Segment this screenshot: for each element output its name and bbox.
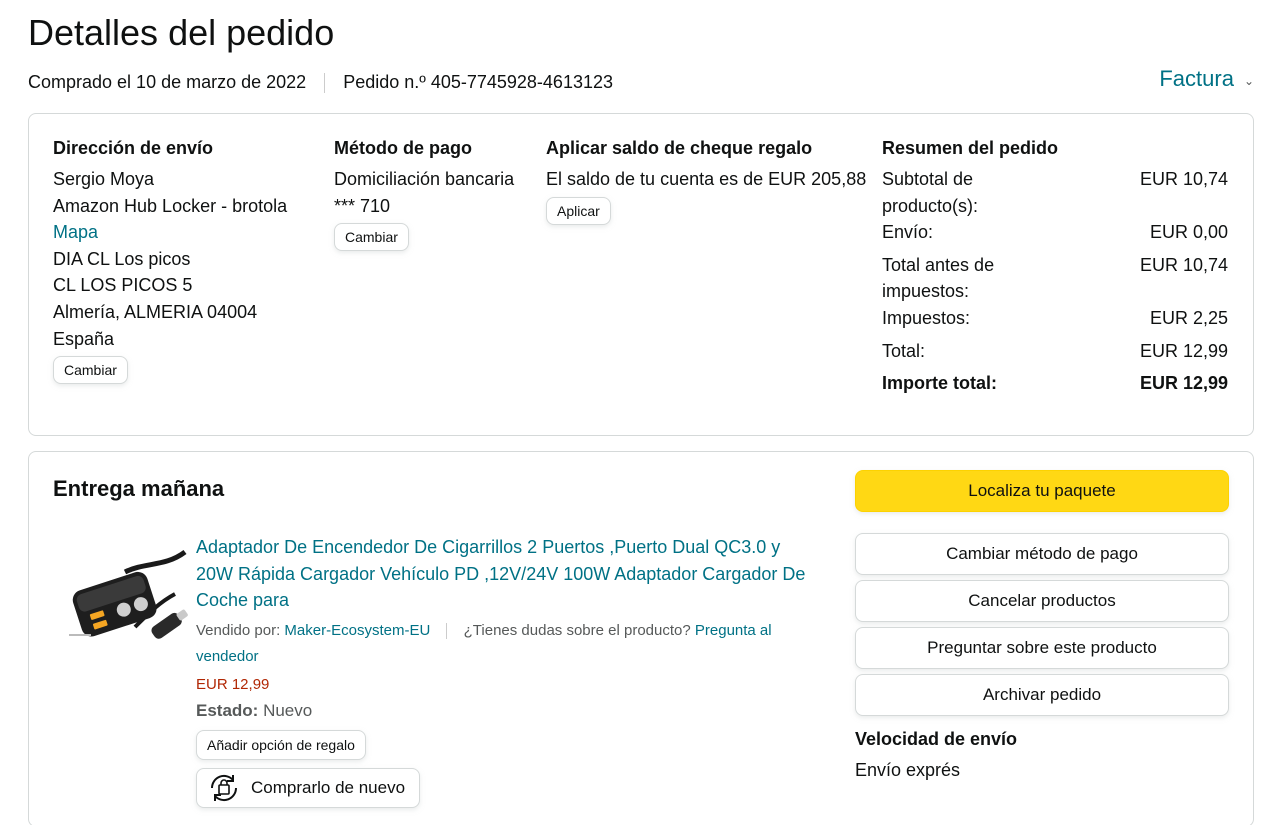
change-address-button[interactable]: Cambiar xyxy=(53,356,128,385)
shipping-speed-heading: Velocidad de envío xyxy=(855,729,1018,749)
summary-row-tax: Impuestos: EUR 2,25 xyxy=(882,305,1228,332)
recipient-name: Sergio Moya xyxy=(53,169,155,189)
summary-label: Total antes de impuestos: xyxy=(882,254,995,302)
divider xyxy=(324,72,326,93)
order-summary-card: Dirección de envío Sergio Moya Amazon Hu… xyxy=(28,113,1254,436)
order-actions: Localiza tu paquete Cambiar método de pa… xyxy=(855,470,1229,783)
page-title: Detalles del pedido xyxy=(28,12,335,53)
payment-account: *** 710 xyxy=(334,195,391,216)
buy-again-label: Comprarlo de nuevo xyxy=(251,777,406,797)
summary-row-pretax: Total antes de impuestos: EUR 10,74 xyxy=(882,252,1228,305)
payment-method: Domiciliación bancaria xyxy=(334,169,515,189)
change-payment-method-button[interactable]: Cambiar método de pago xyxy=(855,533,1229,575)
summary-value: EUR 2,25 xyxy=(1149,307,1228,328)
order-summary-section: Resumen del pedido Subtotal de producto(… xyxy=(882,136,1232,397)
address-line-1: DIA CL Los picos xyxy=(53,248,191,269)
product-title-link[interactable]: Adaptador De Encendedor De Cigarrillos 2… xyxy=(196,534,816,614)
address-city: Almería, ALMERIA 04004 xyxy=(53,301,258,322)
seller-line: Vendido por: Maker-Ecosystem-EU ¿Tienes … xyxy=(196,618,816,670)
seller-link[interactable]: Maker-Ecosystem-EU xyxy=(284,622,430,639)
ask-product-question-button[interactable]: Preguntar sobre este producto xyxy=(855,627,1229,669)
summary-row-subtotal: Subtotal de producto(s): EUR 10,74 xyxy=(882,166,1228,219)
delivery-card: Entrega mañana Adaptador De Encendedor D… xyxy=(28,451,1254,825)
product-price: EUR 12,99 xyxy=(196,675,270,693)
summary-value: EUR 10,74 xyxy=(1139,254,1228,275)
gift-card-section: Aplicar saldo de cheque regalo El saldo … xyxy=(546,136,886,225)
order-summary-heading: Resumen del pedido xyxy=(882,138,1059,158)
shipping-address-heading: Dirección de envío xyxy=(53,138,214,158)
change-payment-button[interactable]: Cambiar xyxy=(334,223,409,252)
payment-section: Método de pago Domiciliación bancaria **… xyxy=(334,136,544,252)
summary-label: Impuestos: xyxy=(882,307,971,328)
shipping-speed-value: Envío exprés xyxy=(855,760,961,780)
grand-total-label: Importe total: xyxy=(882,373,997,394)
delivery-heading: Entrega mañana xyxy=(53,476,225,501)
product-info: Adaptador De Encendedor De Cigarrillos 2… xyxy=(196,534,816,808)
shipping-address-section: Dirección de envío Sergio Moya Amazon Hu… xyxy=(53,136,323,385)
sold-by-label: Vendido por: xyxy=(196,621,281,639)
cancel-items-button[interactable]: Cancelar productos xyxy=(855,580,1229,622)
grand-total-value: EUR 12,99 xyxy=(1139,373,1228,394)
invoice-label: Factura xyxy=(1159,66,1234,91)
car-charger-icon xyxy=(69,549,188,639)
condition-value: Nuevo xyxy=(263,700,313,720)
divider xyxy=(446,622,448,639)
summary-value: EUR 0,00 xyxy=(1149,222,1228,243)
payment-heading: Método de pago xyxy=(334,138,472,158)
gift-card-heading: Aplicar saldo de cheque regalo xyxy=(546,138,813,158)
buy-again-icon xyxy=(210,774,238,801)
add-gift-option-button[interactable]: Añadir opción de regalo xyxy=(196,729,366,760)
locker-name: Amazon Hub Locker - brotola xyxy=(53,195,288,216)
address-line-2: CL LOS PICOS 5 xyxy=(53,275,193,296)
summary-row-shipping: Envío: EUR 0,00 xyxy=(882,219,1228,246)
summary-row-grand-total: Importe total: EUR 12,99 xyxy=(882,370,1228,397)
address-country: España xyxy=(53,328,115,349)
summary-label: Total: xyxy=(882,340,926,361)
apply-gift-card-button[interactable]: Aplicar xyxy=(546,196,611,225)
chevron-down-icon: ⌄ xyxy=(1243,74,1254,88)
summary-label: Envío: xyxy=(882,222,934,243)
map-link[interactable]: Mapa xyxy=(53,219,323,246)
question-text: ¿Tienes dudas sobre el producto? xyxy=(463,621,691,639)
summary-row-total: Total: EUR 12,99 xyxy=(882,338,1228,365)
order-meta: Comprado el 10 de marzo de 2022 Pedido n… xyxy=(28,72,613,93)
archive-order-button[interactable]: Archivar pedido xyxy=(855,674,1229,716)
gift-card-balance: El saldo de tu cuenta es de EUR 205,88 xyxy=(546,169,867,189)
buy-again-button[interactable]: Comprarlo de nuevo xyxy=(196,767,421,808)
track-package-button[interactable]: Localiza tu paquete xyxy=(855,470,1229,512)
invoice-dropdown[interactable]: Factura ⌄ xyxy=(1159,66,1254,92)
order-number: Pedido n.º 405-7745928-4613123 xyxy=(343,72,613,92)
summary-value: EUR 12,99 xyxy=(1139,340,1228,361)
condition-label: Estado: xyxy=(196,700,259,720)
summary-value: EUR 10,74 xyxy=(1139,169,1228,189)
product-image[interactable] xyxy=(65,532,195,652)
order-date: Comprado el 10 de marzo de 2022 xyxy=(28,72,307,92)
product-condition: Estado: Nuevo xyxy=(196,698,816,724)
summary-label: Subtotal de producto(s): xyxy=(882,169,979,216)
